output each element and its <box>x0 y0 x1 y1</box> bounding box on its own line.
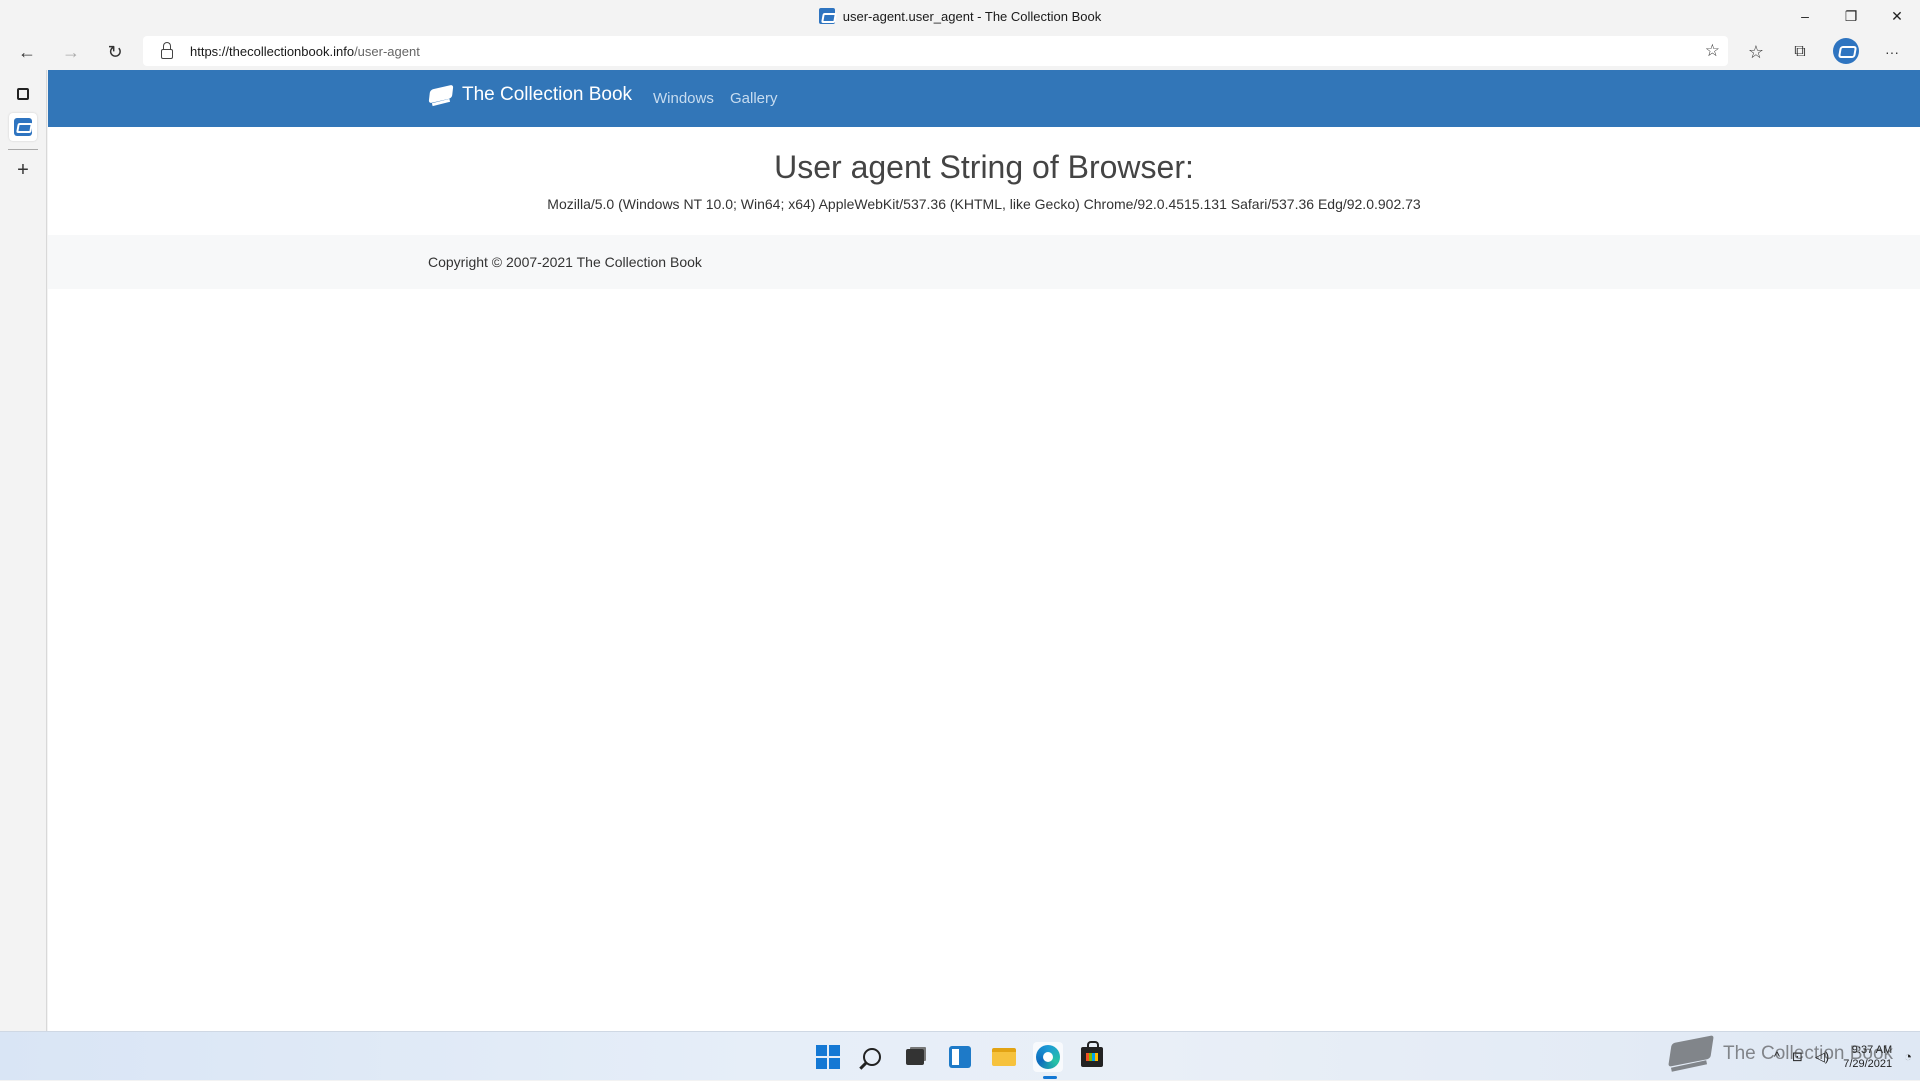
refresh-button[interactable]: ↻ <box>100 37 130 67</box>
tab-user-agent[interactable] <box>9 113 37 141</box>
settings-more-button[interactable]: ··· <box>1877 37 1907 67</box>
site-navbar: The Collection Book Windows Gallery <box>48 70 1920 127</box>
page-title: User agent String of Browser: <box>774 149 1194 185</box>
copyright-text: Copyright © 2007-2021 The Collection Boo… <box>428 254 702 270</box>
back-button[interactable]: ← <box>12 37 42 67</box>
task-view-button[interactable] <box>900 1042 930 1072</box>
nav-link-gallery[interactable]: Gallery <box>730 90 778 107</box>
nav-link-windows[interactable]: Windows <box>653 90 714 107</box>
window-title: user-agent.user_agent - The Collection B… <box>842 8 1102 24</box>
favorites-button[interactable]: ☆ <box>1741 37 1771 67</box>
site-footer: Copyright © 2007-2021 The Collection Boo… <box>48 235 1920 289</box>
task-view-icon <box>906 1049 924 1065</box>
add-favorite-icon[interactable]: ☆ <box>1705 41 1720 61</box>
taskbar: ^ ⊡ ◁) 9:37 AM 7/29/2021 ◔ <box>0 1031 1920 1080</box>
url-text[interactable]: https://thecollectionbook.info/user-agen… <box>190 44 420 59</box>
site-brand-link[interactable]: The Collection Book <box>428 83 632 107</box>
new-tab-button[interactable]: + <box>9 156 37 184</box>
widgets-icon <box>949 1046 971 1068</box>
widgets-button[interactable] <box>945 1042 975 1072</box>
book-logo-icon <box>428 83 454 107</box>
forward-button[interactable]: → <box>56 37 86 67</box>
browser-toolbar: ← → ↻ https://thecollectionbook.info/use… <box>0 32 1920 70</box>
url-host: https://thecollectionbook.info <box>190 43 355 59</box>
site-favicon-icon <box>818 8 835 24</box>
sidebar-divider <box>8 149 38 150</box>
collections-button[interactable]: ⧉ <box>1785 37 1815 67</box>
user-agent-string: Mozilla/5.0 (Windows NT 10.0; Win64; x64… <box>547 196 1421 212</box>
watermark-text: The Collection Book <box>1723 1043 1894 1064</box>
site-favicon-icon <box>14 118 32 136</box>
store-button[interactable] <box>1077 1041 1107 1072</box>
file-explorer-icon <box>992 1048 1016 1066</box>
watermark: The Collection Book <box>1665 1033 1893 1075</box>
restore-button[interactable]: ❐ <box>1828 0 1874 32</box>
close-button[interactable]: ✕ <box>1874 0 1920 32</box>
lock-icon[interactable] <box>161 41 173 59</box>
window-title-area: user-agent.user_agent - The Collection B… <box>0 0 1920 32</box>
watermark-book-icon <box>1665 1033 1715 1075</box>
vertical-tabs-sidebar: + <box>0 70 47 1031</box>
url-path: /user-agent <box>354 43 420 59</box>
edge-button[interactable] <box>1033 1042 1063 1072</box>
address-bar[interactable]: https://thecollectionbook.info/user-agen… <box>143 36 1728 66</box>
window-controls: – ❐ ✕ <box>1782 0 1920 32</box>
start-icon <box>816 1045 840 1069</box>
tab-actions-icon <box>17 88 29 100</box>
minimize-button[interactable]: – <box>1782 0 1828 32</box>
title-bar: user-agent.user_agent - The Collection B… <box>0 0 1920 32</box>
edge-icon <box>1036 1045 1060 1069</box>
active-app-indicator <box>1043 1076 1057 1079</box>
profile-avatar[interactable] <box>1833 38 1859 64</box>
search-icon <box>863 1048 881 1066</box>
notifications-icon[interactable]: ◔ <box>1904 1049 1912 1064</box>
search-button[interactable] <box>857 1042 887 1072</box>
store-icon <box>1081 1041 1103 1067</box>
page-content: The Collection Book Windows Gallery User… <box>48 70 1920 1031</box>
start-button[interactable] <box>813 1042 843 1072</box>
tab-actions-button[interactable] <box>9 80 37 108</box>
site-brand-name: The Collection Book <box>462 84 633 105</box>
file-explorer-button[interactable] <box>989 1042 1019 1072</box>
